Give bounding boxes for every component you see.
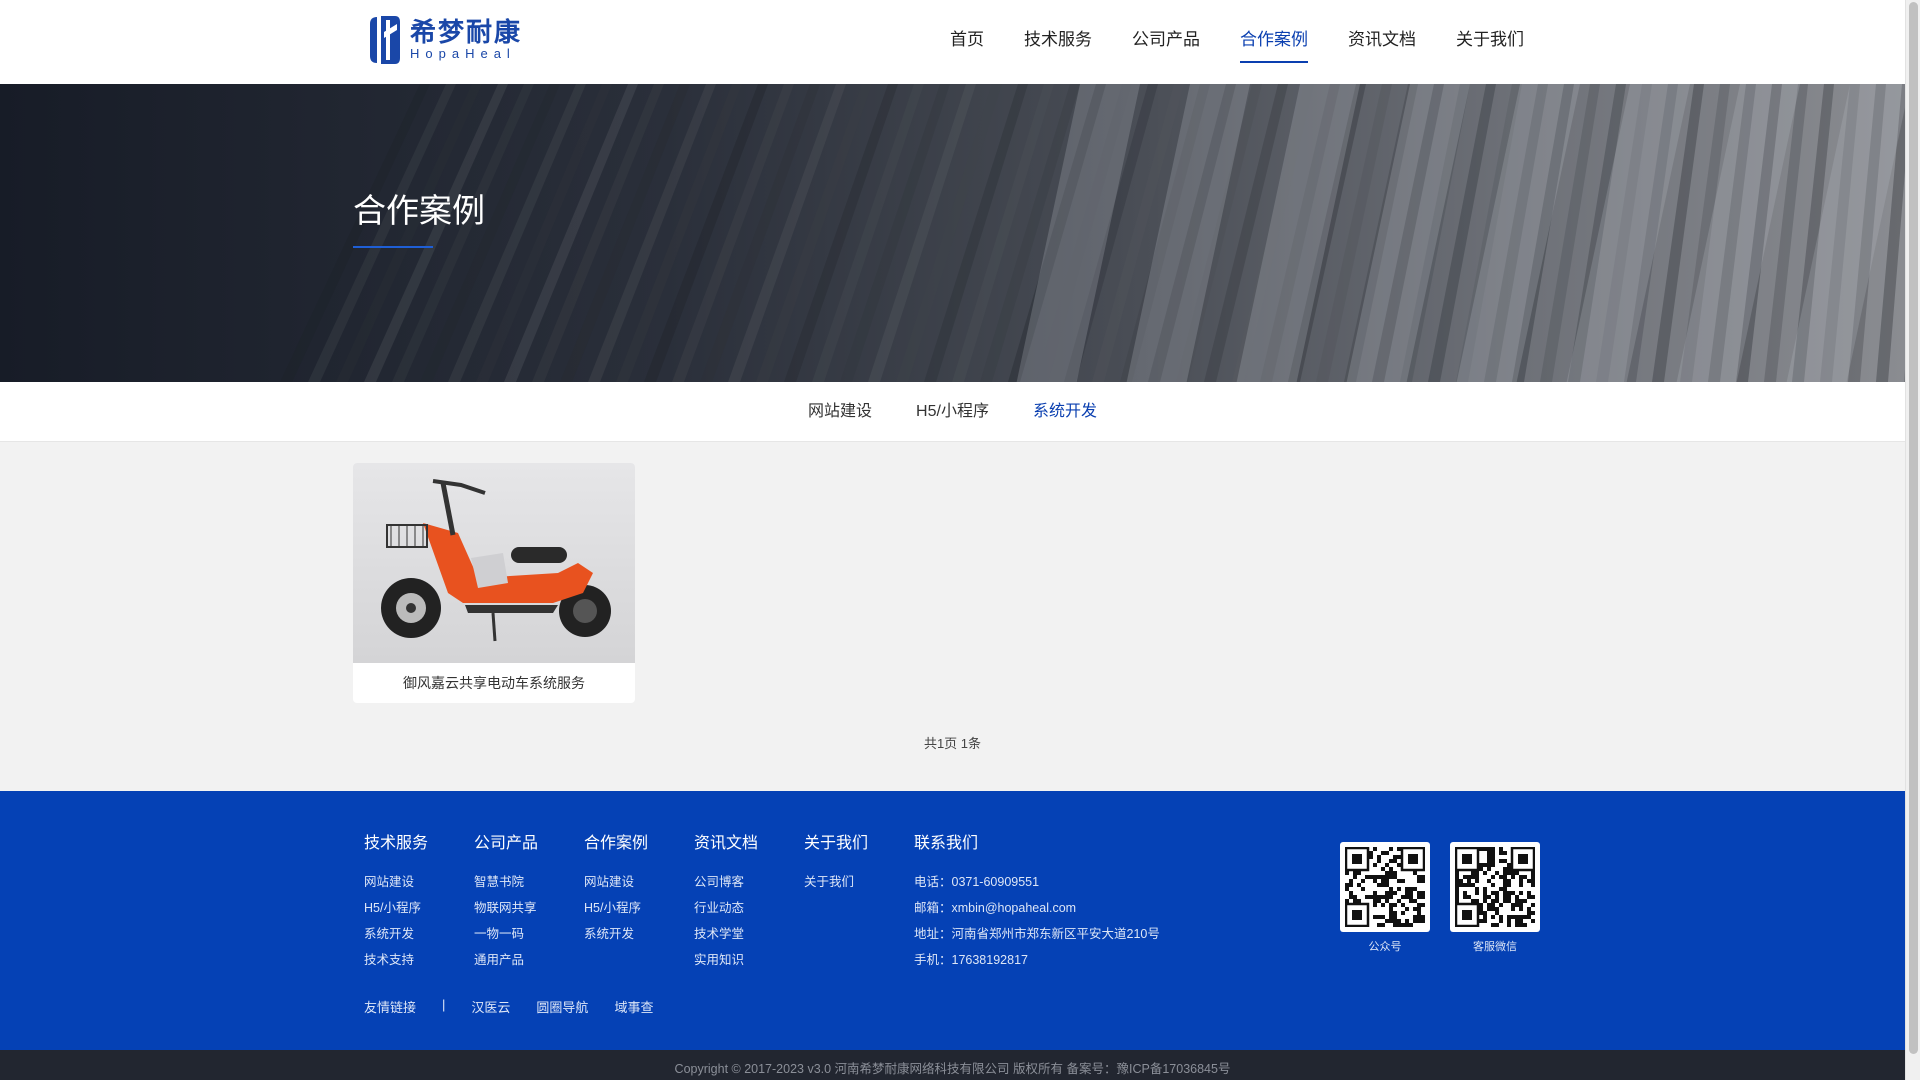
contact-address: 地址：河南省郑州市郑东新区平安大道210号 xyxy=(914,927,1160,941)
footer-link[interactable]: 通用产品 xyxy=(474,947,538,973)
page: 希梦耐康 HopaHeal 首页 技术服务 公司产品 合作案例 资讯文档 关于我… xyxy=(0,0,1905,1080)
nav-item-home[interactable]: 首页 xyxy=(950,0,984,84)
nav-item-tech-services[interactable]: 技术服务 xyxy=(1024,0,1092,84)
footer-column-title: 资讯文档 xyxy=(694,835,759,852)
logo-mark-icon xyxy=(370,16,400,64)
footer-link[interactable]: 网站建设 xyxy=(364,869,428,895)
footer-link[interactable]: 系统开发 xyxy=(364,921,428,947)
case-title: 御风嘉云共享电动车系统服务 xyxy=(403,675,585,691)
page-banner: 合作案例 xyxy=(0,84,1905,382)
footer-column-title: 关于我们 xyxy=(804,835,869,852)
footer-link[interactable]: 智慧书院 xyxy=(474,869,538,895)
footer-link[interactable]: 关于我们 xyxy=(804,869,868,895)
footer-link[interactable]: H5/小程序 xyxy=(364,895,428,921)
page-title: 合作案例 xyxy=(353,192,485,229)
footer-column-cases: 合作案例 网站建设 H5/小程序 系统开发 xyxy=(584,829,648,947)
footer-column-title: 合作案例 xyxy=(584,835,649,852)
footer-link[interactable]: 技术支持 xyxy=(364,947,428,973)
contact-phone: 电话：0371-60909551 xyxy=(914,875,1040,889)
nav-item-cases[interactable]: 合作案例 xyxy=(1240,0,1308,84)
friend-link[interactable]: 域事查 xyxy=(614,997,653,1016)
footer-column-news: 资讯文档 公司博客 行业动态 技术学堂 实用知识 xyxy=(694,829,758,973)
case-card[interactable]: 御风嘉云共享电动车系统服务 xyxy=(353,463,635,703)
site-header: 希梦耐康 HopaHeal 首页 技术服务 公司产品 合作案例 资讯文档 关于我… xyxy=(0,0,1905,84)
qr-code-icon xyxy=(1344,846,1426,928)
contact-email: 邮箱：xmbin@hopaheal.com xyxy=(914,901,1077,915)
electric-scooter-image xyxy=(381,479,611,642)
footer-column-title: 公司产品 xyxy=(474,835,539,852)
main-nav: 首页 技术服务 公司产品 合作案例 资讯文档 关于我们 xyxy=(910,0,1524,84)
footer-column-title: 技术服务 xyxy=(364,835,429,852)
logo[interactable]: 希梦耐康 HopaHeal xyxy=(364,14,522,66)
footer-link[interactable]: 系统开发 xyxy=(584,921,648,947)
footer-column-tech-services: 技术服务 网站建设 H5/小程序 系统开发 技术支持 xyxy=(364,829,428,973)
scrollbar-thumb[interactable] xyxy=(1909,2,1918,1054)
tab-h5-miniprogram[interactable]: H5/小程序 xyxy=(916,382,989,441)
qr-official-account: 公众号 xyxy=(1340,842,1430,954)
friend-links: 友情链接 | 汉医云 圆圈导航 域事查 xyxy=(364,997,679,1016)
nav-item-about[interactable]: 关于我们 xyxy=(1456,0,1524,84)
bookshelf-background-image xyxy=(280,84,1905,382)
footer-link[interactable]: H5/小程序 xyxy=(584,895,648,921)
copyright-bar: Copyright © 2017-2023 v3.0 河南希梦耐康网络科技有限公… xyxy=(0,1050,1905,1080)
pagination-info: 共1页 1条 xyxy=(923,736,982,751)
footer-link[interactable]: 一物一码 xyxy=(474,921,538,947)
footer-link[interactable]: 实用知识 xyxy=(694,947,758,973)
contact-mobile: 手机：17638192817 xyxy=(914,953,1028,967)
friend-link[interactable]: 圆圈导航 xyxy=(536,997,588,1016)
vertical-scrollbar[interactable] xyxy=(1905,0,1920,1080)
footer-link[interactable]: 公司博客 xyxy=(694,869,758,895)
title-underline xyxy=(353,246,433,248)
footer-column-products: 公司产品 智慧书院 物联网共享 一物一码 通用产品 xyxy=(474,829,538,973)
footer-column-about: 关于我们 关于我们 xyxy=(804,829,868,895)
divider: | xyxy=(442,997,446,1012)
nav-item-news[interactable]: 资讯文档 xyxy=(1348,0,1416,84)
tab-system-dev[interactable]: 系统开发 xyxy=(1033,382,1097,441)
footer-link[interactable]: 网站建设 xyxy=(584,869,648,895)
case-thumbnail xyxy=(353,463,635,663)
tab-website[interactable]: 网站建设 xyxy=(808,382,872,441)
footer-contact: 联系我们 电话：0371-60909551 邮箱：xmbin@hopaheal.… xyxy=(914,829,1160,973)
friend-link[interactable]: 汉医云 xyxy=(471,997,510,1016)
logo-english-name: HopaHeal xyxy=(410,46,516,61)
footer-column-title: 联系我们 xyxy=(914,835,979,852)
qr-code-icon xyxy=(1454,846,1536,928)
footer-link[interactable]: 行业动态 xyxy=(694,895,758,921)
footer-link[interactable]: 物联网共享 xyxy=(474,895,538,921)
qr-label: 客服微信 xyxy=(1473,941,1517,953)
qr-customer-wechat: 客服微信 xyxy=(1450,842,1540,954)
category-tabs: 网站建设 H5/小程序 系统开发 xyxy=(0,382,1905,442)
nav-item-products[interactable]: 公司产品 xyxy=(1132,0,1200,84)
logo-chinese-name: 希梦耐康 xyxy=(410,17,523,47)
friend-links-title: 友情链接 xyxy=(364,1000,417,1015)
qr-label: 公众号 xyxy=(1368,941,1402,953)
footer-link[interactable]: 技术学堂 xyxy=(694,921,758,947)
site-footer: 技术服务 网站建设 H5/小程序 系统开发 技术支持 公司产品 智慧书院 物联网… xyxy=(0,791,1905,1050)
